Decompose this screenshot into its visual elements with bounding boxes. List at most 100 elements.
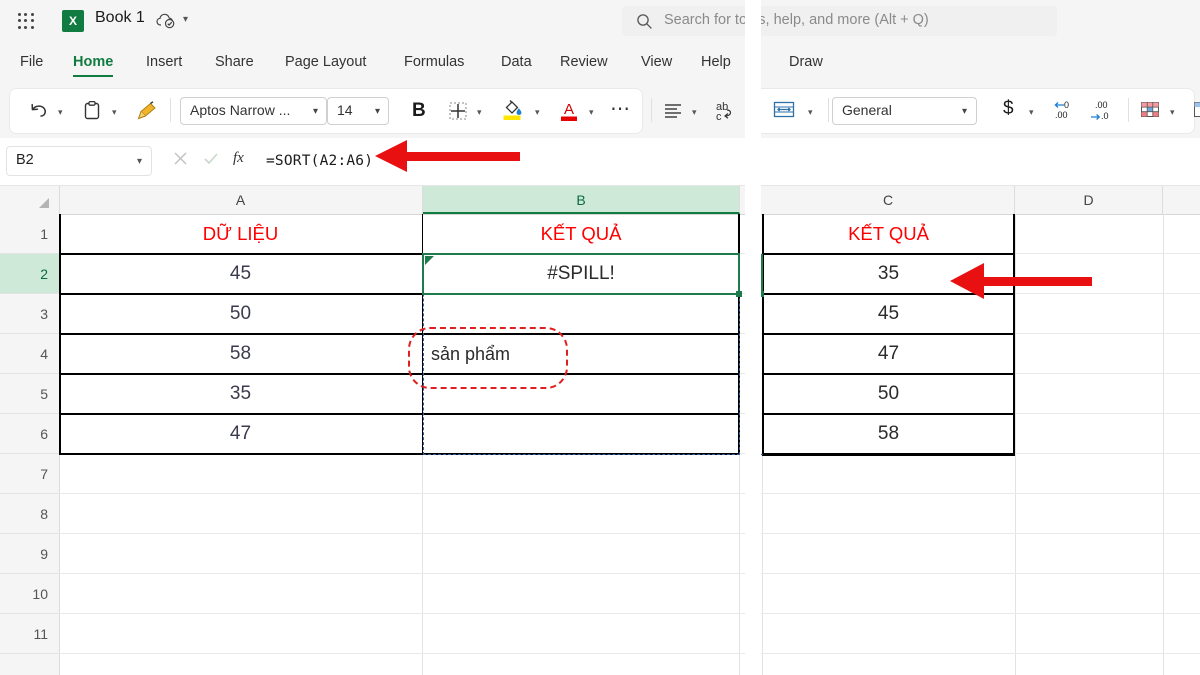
active-cell-outline-b2 <box>422 253 742 297</box>
row-header-1[interactable]: 1 <box>0 214 59 254</box>
tab-review[interactable]: Review <box>560 54 608 70</box>
cell-b1[interactable]: KẾT QUẢ <box>423 214 739 253</box>
number-format-value-right: General <box>842 102 892 118</box>
font-name-combobox[interactable]: Aptos Narrow ... ▾ <box>180 97 327 125</box>
svg-text:c: c <box>716 111 722 123</box>
increase-decimal-icon-right[interactable]: .00 .0 <box>1089 98 1115 127</box>
merge-and-center-icon-right[interactable] <box>772 99 796 126</box>
row-header-5[interactable]: 5 <box>0 374 59 414</box>
font-size-chevron-down-icon[interactable]: ▾ <box>375 106 380 117</box>
row-header-10[interactable]: 10 <box>0 574 59 614</box>
format-painter-icon[interactable] <box>136 100 158 127</box>
row-header-4[interactable]: 4 <box>0 334 59 374</box>
svg-text:0: 0 <box>1064 100 1069 110</box>
conditional-formatting-chevron-down-icon-right[interactable]: ▾ <box>1170 107 1175 118</box>
font-size-combobox[interactable]: 14 ▾ <box>327 97 389 125</box>
fill-color-icon[interactable] <box>501 98 525 129</box>
tab-help[interactable]: Help <box>701 54 731 70</box>
row-header-column: 1 2 3 4 5 6 7 8 9 10 11 <box>0 214 60 675</box>
conditional-formatting-icon-right[interactable] <box>1139 99 1161 126</box>
cell-a1[interactable]: DỮ LIỆU <box>59 214 422 253</box>
bold-button[interactable]: B <box>412 100 426 122</box>
tab-draw-right[interactable]: Draw <box>789 54 823 70</box>
excel-logo-icon: X <box>62 10 84 32</box>
spreadsheet-grid-right: C D KẾT QUẢ 35 45 47 50 58 <box>761 186 1200 675</box>
borders-icon[interactable] <box>447 100 469 127</box>
cell-a4[interactable]: 58 <box>59 335 422 373</box>
tab-home[interactable]: Home <box>73 54 114 77</box>
paste-chevron-down-icon[interactable]: ▾ <box>112 107 117 118</box>
row-header-11[interactable]: 11 <box>0 614 59 654</box>
name-box[interactable]: B2 ▾ <box>6 146 152 176</box>
cell-a6[interactable]: 47 <box>59 415 422 453</box>
tab-formulas[interactable]: Formulas <box>404 54 464 70</box>
svg-text:A: A <box>564 101 574 118</box>
wrap-text-icon[interactable]: ab c <box>713 98 737 129</box>
search-box[interactable]: Search for tools, help, and more (Alt + … <box>622 6 745 36</box>
row-header-6[interactable]: 6 <box>0 414 59 454</box>
merge-chevron-down-icon-right[interactable]: ▾ <box>808 107 813 118</box>
document-title[interactable]: Book 1 <box>95 9 145 27</box>
column-header-row-right: C D <box>761 186 1200 215</box>
row-header-3[interactable]: 3 <box>0 294 59 334</box>
cell-a5[interactable]: 35 <box>59 375 422 413</box>
title-chevron-down-icon[interactable]: ▾ <box>183 14 188 25</box>
currency-chevron-down-icon-right[interactable]: ▾ <box>1029 107 1034 118</box>
number-format-chevron-down-icon-right[interactable]: ▾ <box>962 106 967 117</box>
select-all-corner-icon[interactable] <box>0 186 60 214</box>
format-as-table-icon-right[interactable] <box>1192 99 1200 126</box>
svg-text:.0: .0 <box>1101 111 1109 121</box>
tab-data[interactable]: Data <box>501 54 532 70</box>
fx-icon[interactable]: fx <box>233 150 244 167</box>
ellipsis-icon[interactable]: ⋯ <box>610 96 631 121</box>
cell-c5-right[interactable]: 50 <box>764 375 1013 413</box>
borders-chevron-down-icon[interactable]: ▾ <box>477 107 482 118</box>
tab-view[interactable]: View <box>641 54 672 70</box>
confirm-check-icon[interactable] <box>202 150 220 172</box>
font-color-chevron-down-icon[interactable]: ▾ <box>589 107 594 118</box>
decrease-decimal-icon-right[interactable]: 0 .00 <box>1053 98 1079 127</box>
column-header-a[interactable]: A <box>59 186 423 214</box>
svg-text:.00: .00 <box>1055 110 1068 120</box>
clipboard-paste-icon[interactable] <box>82 100 102 127</box>
search-box-right[interactable]: Search for tools, help, and more (Alt + … <box>761 6 1057 36</box>
column-header-e-right[interactable] <box>1163 186 1200 214</box>
cell-c3-right[interactable]: 45 <box>764 295 1013 333</box>
column-header-c-right[interactable]: C <box>762 186 1015 214</box>
column-header-b[interactable]: B <box>423 186 740 214</box>
cell-a2[interactable]: 45 <box>59 255 422 293</box>
cell-c4-right[interactable]: 47 <box>764 335 1013 373</box>
row-header-8[interactable]: 8 <box>0 494 59 534</box>
cell-c6-right[interactable]: 58 <box>764 415 1013 453</box>
align-left-icon[interactable] <box>662 100 684 127</box>
formula-input[interactable]: =SORT(A2:A6) <box>266 146 745 176</box>
cell-a3[interactable]: 50 <box>59 295 422 333</box>
row-header-7[interactable]: 7 <box>0 454 59 494</box>
font-name-chevron-down-icon[interactable]: ▾ <box>313 106 318 117</box>
undo-chevron-down-icon[interactable]: ▾ <box>58 107 63 118</box>
number-format-combobox-right[interactable]: General ▾ <box>832 97 977 125</box>
tab-share[interactable]: Share <box>215 54 254 70</box>
undo-icon[interactable] <box>28 100 50 127</box>
tab-insert[interactable]: Insert <box>146 54 182 70</box>
ribbon-tab-bar: File Home Insert Share Page Layout Formu… <box>0 42 745 86</box>
row-header-9[interactable]: 9 <box>0 534 59 574</box>
fill-color-chevron-down-icon[interactable]: ▾ <box>535 107 540 118</box>
tab-file[interactable]: File <box>20 54 43 70</box>
cell-c1-right[interactable]: KẾT QUẢ <box>764 214 1013 253</box>
cancel-x-icon[interactable] <box>172 150 189 172</box>
currency-format-button-right[interactable]: $ <box>1003 98 1014 120</box>
font-color-icon[interactable]: A <box>558 98 580 129</box>
title-bar-right: Search for tools, help, and more (Alt + … <box>761 0 1200 42</box>
formula-text: =SORT(A2:A6) <box>266 153 374 169</box>
cloud-saved-icon[interactable] <box>156 12 176 35</box>
column-header-row: A B C D <box>0 186 745 215</box>
column-header-d-right[interactable]: D <box>1015 186 1163 214</box>
spill-range-outline-c-right <box>761 295 763 455</box>
app-launcher-icon[interactable] <box>16 11 36 31</box>
tab-page-layout[interactable]: Page Layout <box>285 54 366 70</box>
name-box-chevron-down-icon[interactable]: ▾ <box>137 156 142 167</box>
align-chevron-down-icon[interactable]: ▾ <box>692 107 697 118</box>
fill-handle[interactable] <box>736 291 742 297</box>
row-header-2[interactable]: 2 <box>0 254 59 294</box>
